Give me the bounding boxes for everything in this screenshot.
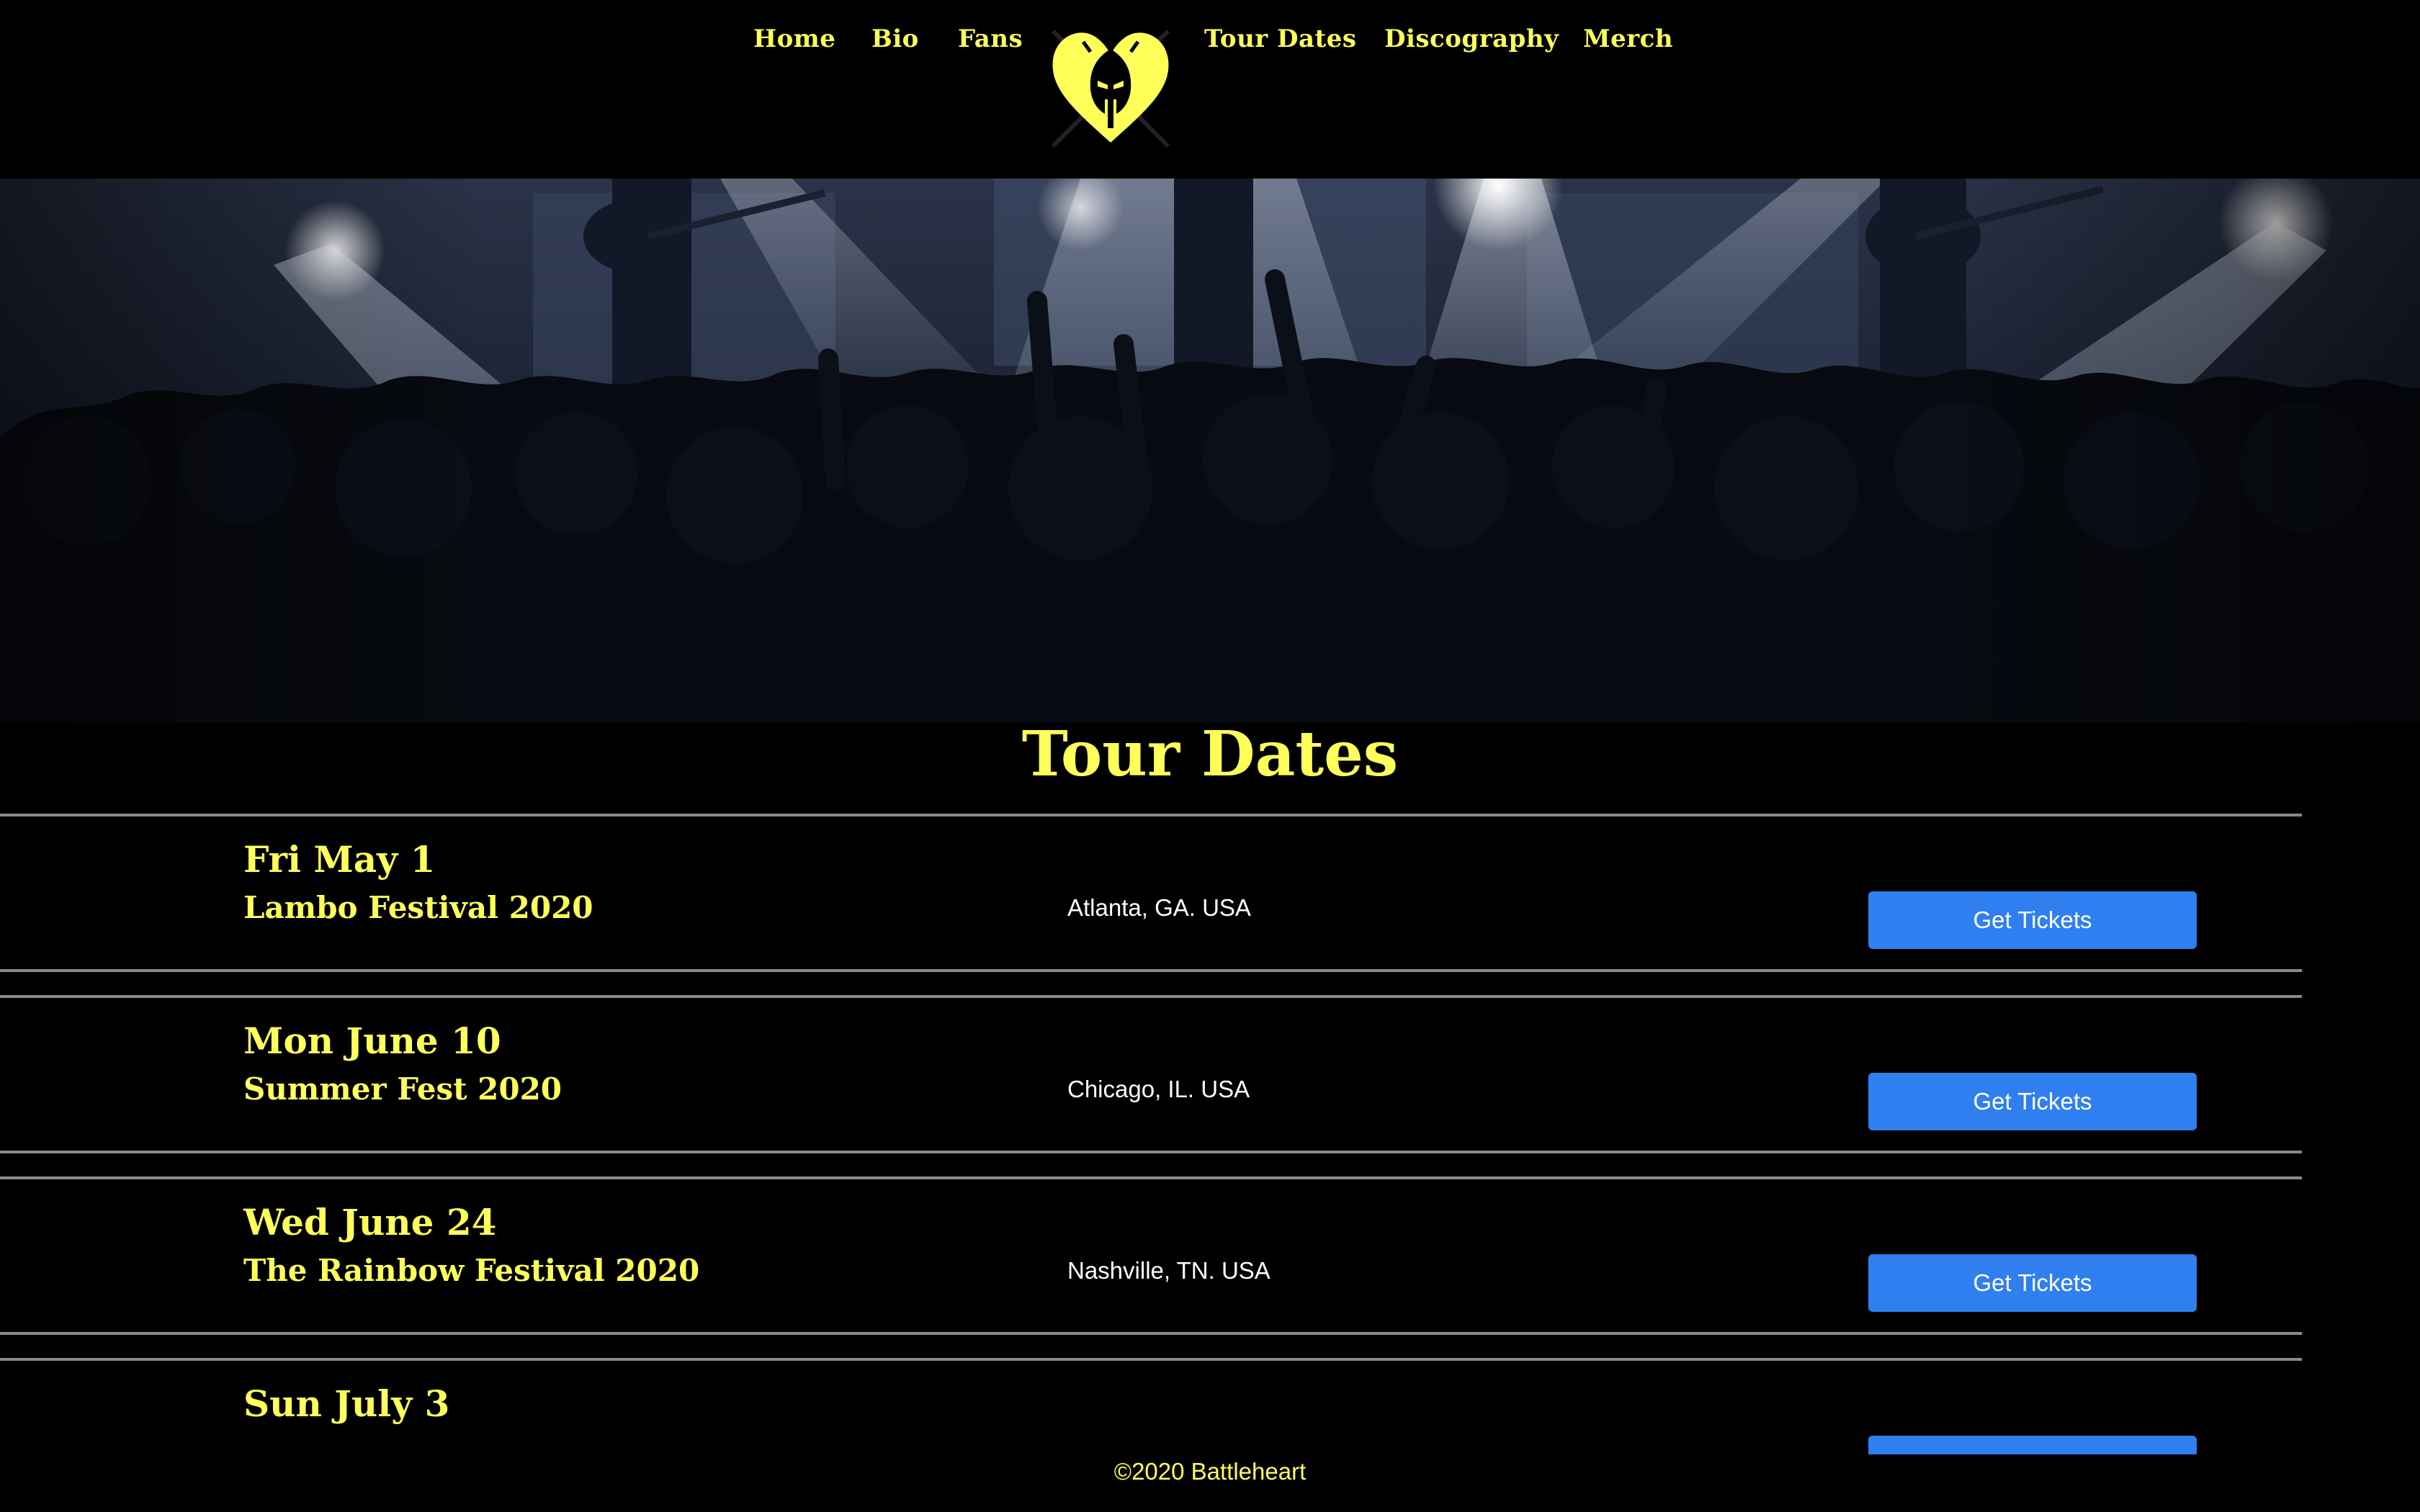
tour-list: Fri May 1 Lambo Festival 2020 Atlanta, G… xyxy=(0,814,2302,1512)
tour-row: Mon June 10 Summer Fest 2020 Chicago, IL… xyxy=(0,995,2302,1153)
tour-row: Wed June 24 The Rainbow Festival 2020 Na… xyxy=(0,1176,2302,1335)
nav-discography-link[interactable]: Discography xyxy=(1384,24,1559,53)
get-tickets-button[interactable]: Get Tickets xyxy=(1868,891,2197,949)
tour-event-name: Lambo Festival 2020 xyxy=(243,890,593,925)
tour-location: Atlanta, GA. USA xyxy=(1067,894,1251,921)
tour-date: Wed June 24 xyxy=(243,1201,497,1243)
nav-merch-link[interactable]: Merch xyxy=(1583,24,1673,53)
tour-event-name: The Rainbow Festival 2020 xyxy=(243,1253,700,1288)
tour-location: Nashville, TN. USA xyxy=(1067,1257,1270,1284)
get-tickets-button[interactable]: Get Tickets xyxy=(1868,1073,2197,1130)
tour-row: Fri May 1 Lambo Festival 2020 Atlanta, G… xyxy=(0,814,2302,972)
get-tickets-button[interactable]: Get Tickets xyxy=(1868,1254,2197,1312)
tour-location: Chicago, IL. USA xyxy=(1067,1076,1250,1102)
top-nav: Home Bio Fans Tour Dates Discography Mer… xyxy=(0,0,2420,179)
concert-crowd-image xyxy=(0,179,2420,723)
tour-event-name: Summer Fest 2020 xyxy=(243,1071,563,1107)
tour-date: Sun July 3 xyxy=(243,1382,450,1425)
battleheart-logo-icon[interactable] xyxy=(1046,20,1175,150)
nav-tour-dates-link[interactable]: Tour Dates xyxy=(1204,24,1357,53)
nav-fans-link[interactable]: Fans xyxy=(958,24,1023,53)
nav-bio-link[interactable]: Bio xyxy=(871,24,919,53)
tour-date: Fri May 1 xyxy=(243,838,436,881)
hero-concert-image xyxy=(0,179,2420,723)
tour-date: Mon June 10 xyxy=(243,1020,501,1062)
footer-copyright: ©2020 Battleheart xyxy=(1113,1458,1307,1485)
nav-home-link[interactable]: Home xyxy=(753,24,835,53)
tour-dates-heading: Tour Dates xyxy=(1021,718,1399,791)
page: Home Bio Fans Tour Dates Discography Mer… xyxy=(0,0,2420,1512)
